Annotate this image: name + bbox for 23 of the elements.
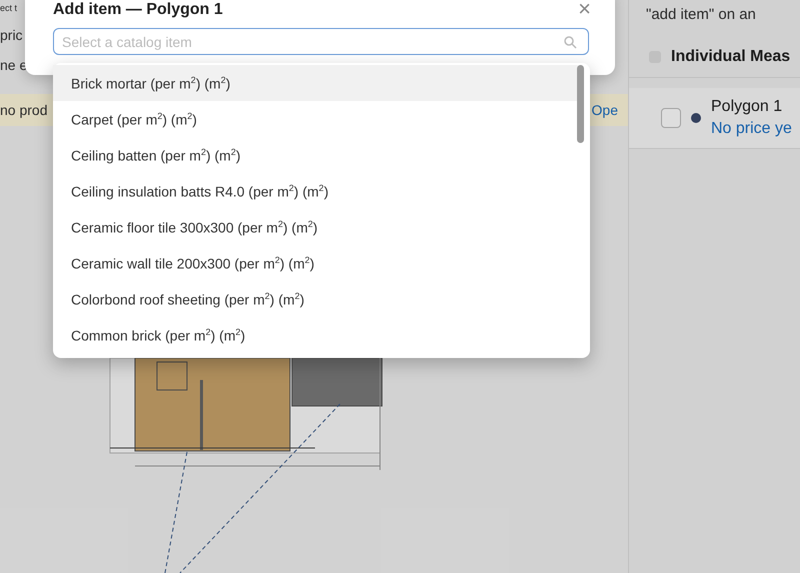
hint-text: ect t	[0, 2, 18, 14]
catalog-option[interactable]: Brick mortar (per m$^{2}$) (m$^{2}$)	[53, 65, 578, 101]
dialog-title: Add item — Polygon 1	[53, 1, 223, 19]
measurement-name: Polygon 1	[711, 98, 784, 116]
notice-text: no prod	[0, 102, 48, 118]
catalog-option[interactable]: Common brick (per m$^{2}$) (m$^{2}$)	[53, 317, 578, 353]
catalog-option[interactable]: Ceiling insulation batts R4.0 (per m$^{2}$) (m$^{2}$)	[53, 173, 578, 209]
measurement-card[interactable]: Polygon 1 No price ye	[629, 88, 800, 149]
search-icon	[563, 35, 577, 49]
search-field[interactable]: Select a catalog item	[53, 28, 589, 55]
catalog-option[interactable]: Ceramic floor tile 300x300 (per m$^{2}$) (m$^{2}$)	[53, 209, 578, 245]
scrollbar-thumb[interactable]	[577, 65, 584, 143]
catalog-option[interactable]: Ceramic wall tile 200x300 (per m$^{2}$) (m$^{2}$)	[53, 245, 578, 281]
open-link[interactable]: Ope	[592, 102, 618, 118]
catalog-option[interactable]: Colorbond roof sheeting (per m$^{2}$) (m$^{2}$)	[53, 281, 578, 317]
section-title: Individual Meas	[671, 48, 790, 66]
body-text: pric	[0, 26, 23, 44]
instruction-text: "add item" on an	[645, 5, 757, 23]
catalog-option[interactable]: Carpet (per m$^{2}$) (m$^{2}$)	[53, 101, 578, 137]
checkbox[interactable]	[661, 108, 681, 128]
catalog-option[interactable]: Ceiling batten (per m$^{2}$) (m$^{2}$)	[53, 137, 578, 173]
price-link[interactable]: No price ye	[711, 120, 792, 138]
close-button[interactable]: ×	[574, 0, 595, 18]
